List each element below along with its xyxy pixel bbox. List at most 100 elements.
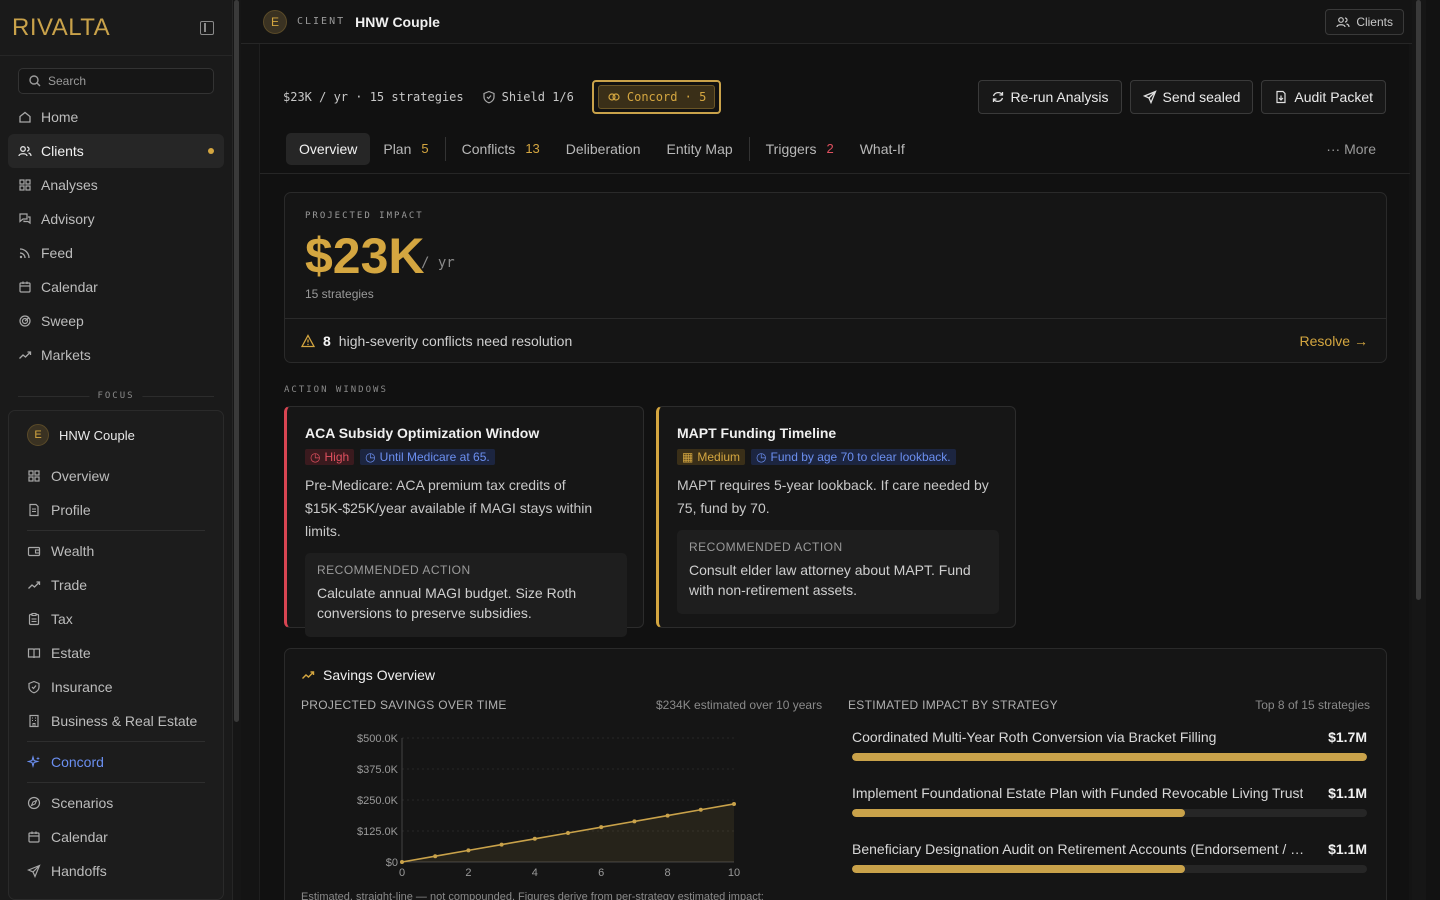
shield-icon <box>27 680 41 694</box>
nav-item-label: Sweep <box>41 313 84 329</box>
concord-pill[interactable]: Concord · 5 <box>591 80 722 114</box>
audit-packet-button[interactable]: Audit Packet <box>1261 80 1386 114</box>
focus-client[interactable]: E HNW Couple <box>9 411 223 459</box>
main-scrollbar[interactable] <box>1412 0 1426 900</box>
warning-count: 8 <box>323 333 331 349</box>
nav-item-analyses[interactable]: Analyses <box>8 168 224 202</box>
shield-status[interactable]: Shield 1/6 <box>482 90 574 104</box>
app-window: RIVALTA Search Home Clients Analyses Adv… <box>0 0 1440 900</box>
wallet-icon <box>27 544 41 558</box>
nav-item-home[interactable]: Home <box>8 100 224 134</box>
data-point <box>599 825 604 830</box>
nav-item-label: Analyses <box>41 177 98 193</box>
document-icon <box>27 503 41 517</box>
focus-item-label: Insurance <box>51 679 113 695</box>
data-point <box>400 860 404 864</box>
card-title: MAPT Funding Timeline <box>677 425 837 441</box>
main-area: E CLIENT HNW Couple Clients $23K / yr · … <box>241 0 1426 900</box>
focus-item-label: Overview <box>51 468 110 484</box>
y-tick-label: $500.0K <box>357 733 399 745</box>
action-window-card[interactable]: MAPT Funding Timeline ▦ Medium ◷ Fund by a… <box>656 406 1016 628</box>
focus-item-wealth[interactable]: Wealth <box>17 534 215 568</box>
strategy-bar-item[interactable]: Implement Foundational Estate Plan with … <box>851 785 1367 841</box>
sidebar-scrollbar[interactable] <box>233 0 241 900</box>
focus-item-concord[interactable]: Concord <box>17 745 215 779</box>
scrollbar-thumb[interactable] <box>234 0 239 722</box>
link-icon <box>607 90 621 104</box>
logo: RIVALTA <box>12 13 111 41</box>
projected-impact-card: PROJECTED IMPACT $23K / yr 15 strategies… <box>284 192 1387 363</box>
focus-item-label: Profile <box>51 502 91 518</box>
focus-item-estate[interactable]: Estate <box>17 636 215 670</box>
nav-item-calendar[interactable]: Calendar <box>8 270 224 304</box>
data-point <box>532 836 537 841</box>
clipboard-icon <box>27 612 41 626</box>
calendar-icon <box>27 830 41 844</box>
focus-item-calendar[interactable]: Calendar <box>17 820 215 854</box>
tab-overview[interactable]: Overview <box>286 132 371 165</box>
clients-button[interactable]: Clients <box>1325 8 1404 35</box>
card-tags: ◷ High ◷ Until Medicare at 65. <box>305 449 627 465</box>
focus-item-label: Scenarios <box>51 795 114 811</box>
focus-label: FOCUS <box>89 391 143 401</box>
tab-what-if[interactable]: What-If <box>847 133 918 165</box>
nav-item-clients[interactable]: Clients <box>8 134 224 168</box>
focus-item-overview[interactable]: Overview <box>17 459 215 493</box>
action-window-card[interactable]: ACA Subsidy Optimization Window ◷ High ◷ U… <box>284 406 644 637</box>
tab-deliberation[interactable]: Deliberation <box>553 133 654 165</box>
recommended-action: RECOMMENDED ACTION Calculate annual MAGI… <box>305 553 627 637</box>
nav-item-advisory[interactable]: Advisory <box>8 202 224 236</box>
nav-item-markets[interactable]: Markets <box>8 338 224 372</box>
tab-plan[interactable]: Plan 5 <box>370 133 441 165</box>
tab-triggers[interactable]: Triggers 2 <box>753 133 847 165</box>
search-placeholder: Search <box>48 74 87 88</box>
send-sealed-button[interactable]: Send sealed <box>1129 80 1254 114</box>
avatar: E <box>263 9 287 34</box>
strategy-bar-item[interactable]: Beneficiary Designation Audit on Retirem… <box>851 841 1367 897</box>
strategy-bar-head: Implement Foundational Estate Plan with … <box>852 785 1367 801</box>
nav-item-feed[interactable]: Feed <box>8 236 224 270</box>
tab-label: What-If <box>859 140 905 157</box>
file-download-icon <box>1274 90 1288 104</box>
nav-item-label: Markets <box>41 347 91 363</box>
tab-label: Conflicts <box>461 140 516 157</box>
card-body: MAPT requires 5-year lookback. If care n… <box>677 477 989 516</box>
scrollbar-thumb[interactable] <box>1416 0 1421 600</box>
notification-dot <box>208 148 214 154</box>
conflict-warning: 8 high-severity conflicts need resolutio… <box>285 318 1386 363</box>
resolve-link[interactable]: Resolve → <box>1300 333 1368 349</box>
focus-item-insurance[interactable]: Insurance <box>17 670 215 704</box>
strategy-bar-head: Beneficiary Designation Audit on Retirem… <box>852 841 1367 857</box>
grid-icon <box>18 178 32 192</box>
focus-item-business[interactable]: Business & Real Estate <box>17 704 215 738</box>
focus-item-label: Calendar <box>51 829 108 845</box>
focus-item-handoffs[interactable]: Handoffs <box>17 854 215 888</box>
nav-item-sweep[interactable]: Sweep <box>8 304 224 338</box>
tab-conflicts[interactable]: Conflicts 13 <box>449 133 553 165</box>
more-tabs-button[interactable]: ··· More <box>1326 141 1376 157</box>
tab-label: Triggers <box>765 140 817 157</box>
focus-panel: E HNW Couple Overview Profile Wealth Tra… <box>8 410 224 900</box>
focus-item-trade[interactable]: Trade <box>17 568 215 602</box>
concord-label: Concord · 5 <box>626 90 707 104</box>
savings-title-text: Savings Overview <box>323 667 436 683</box>
search-input[interactable]: Search <box>18 68 214 94</box>
calendar-icon <box>18 280 32 294</box>
strategy-bar-item[interactable]: Coordinated Multi-Year Roth Conversion v… <box>851 729 1367 785</box>
sidebar-collapse-icon[interactable] <box>200 20 214 35</box>
focus-item-label: Business & Real Estate <box>51 713 198 729</box>
y-tick-label: $125.0K <box>357 826 399 838</box>
strategy-impact-sub: Top 8 of 15 strategies <box>1255 698 1370 712</box>
savings-title: Savings Overview <box>301 667 435 683</box>
focus-item-tax[interactable]: Tax <box>17 602 215 636</box>
tab-entity-map[interactable]: Entity Map <box>654 133 746 165</box>
focus-item-scenarios[interactable]: Scenarios <box>17 786 215 820</box>
focus-item-profile[interactable]: Profile <box>17 493 215 527</box>
trend-icon <box>18 348 32 362</box>
data-point <box>698 807 703 812</box>
rerun-analysis-button[interactable]: Re-run Analysis <box>977 80 1122 114</box>
focus-divider: FOCUS <box>18 391 214 410</box>
y-tick-label: $250.0K <box>357 795 399 807</box>
rec-label: RECOMMENDED ACTION <box>689 540 843 554</box>
data-point <box>665 813 670 818</box>
